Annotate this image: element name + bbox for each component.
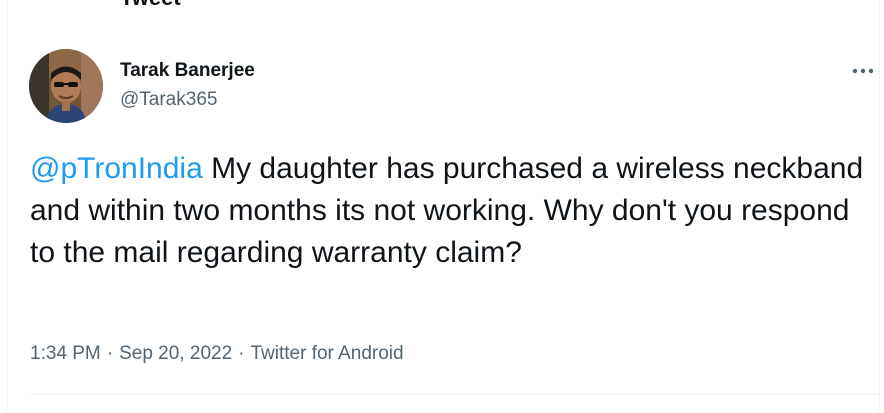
meta-separator: · <box>106 343 114 364</box>
meta-separator: · <box>238 343 245 364</box>
author-handle[interactable]: @Tarak365 <box>120 89 217 111</box>
avatar-photo <box>29 49 103 123</box>
tweet-source-link[interactable]: Twitter for Android <box>250 343 403 364</box>
tweet-time-link[interactable]: 1:34 PM <box>30 343 101 364</box>
tweet-page: Tweet Tarak Banerjee @Tarak365 @pTronInd… <box>0 0 884 413</box>
tweet-meta: 1:34 PM · Sep 20, 2022 · Twitter for Android <box>30 343 404 365</box>
left-border <box>7 0 8 413</box>
tweet-date-link[interactable]: Sep 20, 2022 <box>119 343 232 364</box>
tweet-text: @pTronIndia My daughter has purchased a … <box>30 148 880 274</box>
avatar[interactable] <box>29 49 103 123</box>
more-horizontal-icon <box>852 68 874 74</box>
mention-link[interactable]: @pTronIndia <box>30 152 203 185</box>
author-name[interactable]: Tarak Banerjee <box>120 60 255 82</box>
divider <box>30 394 879 395</box>
page-title: Tweet <box>120 0 181 9</box>
more-options-button[interactable] <box>846 56 880 86</box>
